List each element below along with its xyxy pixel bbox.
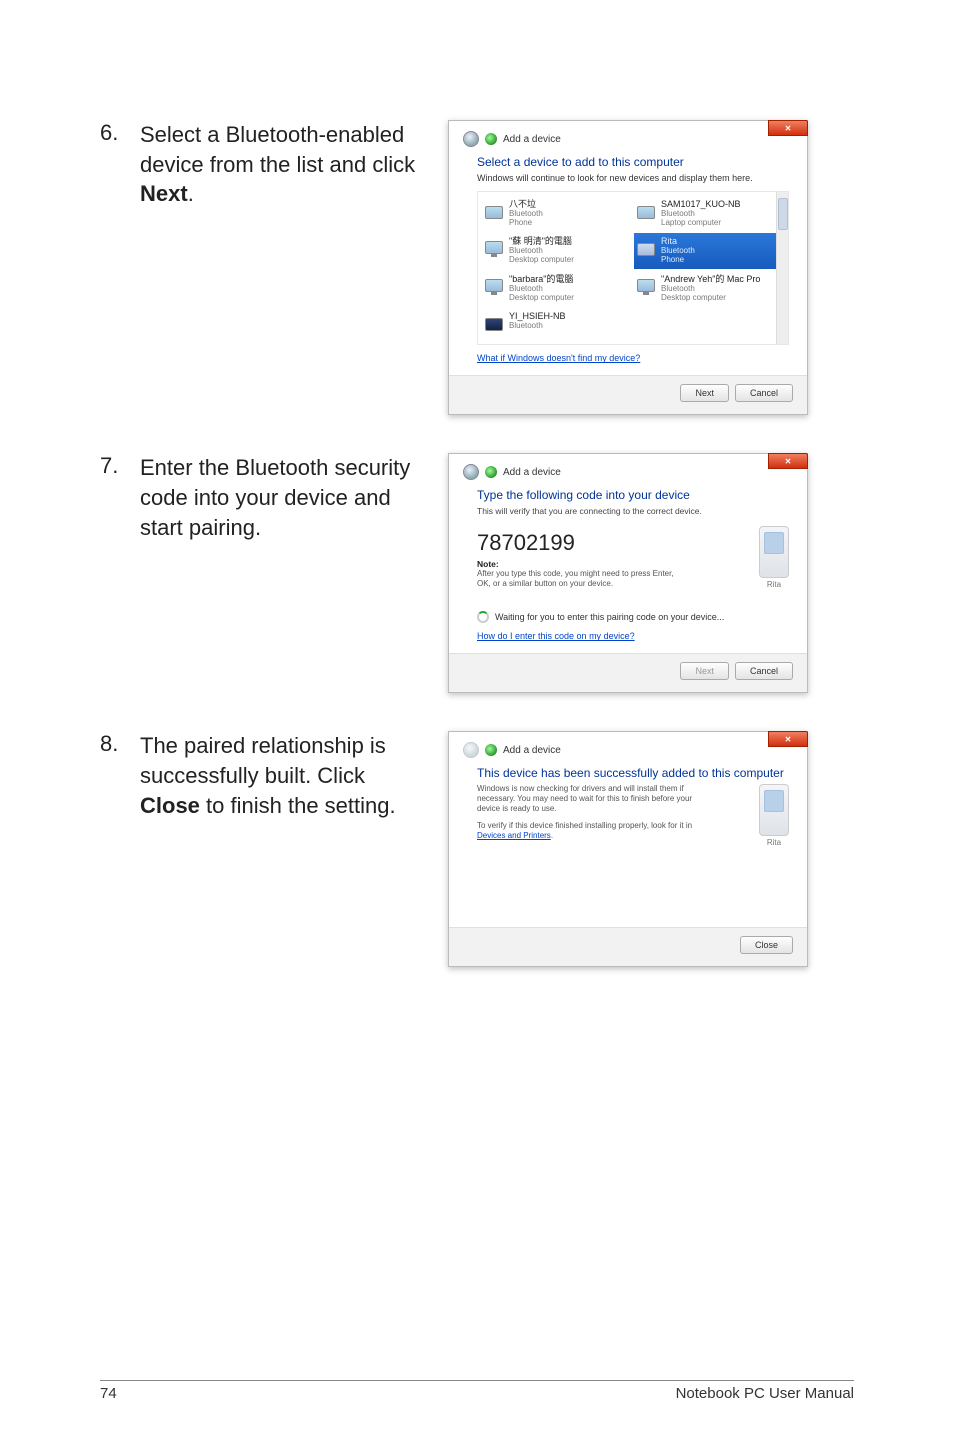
- dialog2-body: Type the following code into your device…: [449, 484, 807, 653]
- next-button[interactable]: Next: [680, 384, 729, 402]
- spinner-icon: [477, 611, 489, 623]
- dialog3-title: This device has been successfully added …: [477, 766, 789, 780]
- laptop-icon: [637, 200, 655, 224]
- dialog2-footer: Next Cancel: [449, 653, 807, 692]
- phone-icon: [759, 526, 789, 578]
- app-icon: [485, 466, 497, 478]
- step-7-text-block: 7. Enter the Bluetooth security code int…: [100, 453, 420, 693]
- step-7-screenshot: ✕ Add a device Type the following code i…: [448, 453, 808, 693]
- step-8-row: 8. The paired relationship is successful…: [100, 731, 854, 967]
- phone-icon: [759, 784, 789, 836]
- dialog3-footer: Close: [449, 927, 807, 966]
- dialog2-header: Add a device: [449, 454, 807, 484]
- dialog2-window-label: Add a device: [503, 467, 561, 478]
- dialog1-header: Add a device: [449, 121, 807, 151]
- dialog3-body2: To verify if this device finished instal…: [477, 821, 697, 840]
- dialog2-subtitle: This will verify that you are connecting…: [477, 506, 789, 516]
- dialog1-window-label: Add a device: [503, 134, 561, 145]
- desktop-icon: [637, 275, 655, 299]
- step-8-text: The paired relationship is successfully …: [140, 731, 420, 967]
- device-item[interactable]: YI_HSIEH-NBBluetooth: [482, 308, 632, 340]
- page-content: 6. Select a Bluetooth-enabled device fro…: [0, 0, 954, 967]
- help-link[interactable]: What if Windows doesn't find my device?: [477, 353, 640, 363]
- back-icon[interactable]: [463, 464, 479, 480]
- devices-printers-link[interactable]: Devices and Printers: [477, 831, 551, 841]
- device-item[interactable]: "Andrew Yeh"的 Mac ProBluetoothDesktop co…: [634, 271, 784, 306]
- dialog3-header: Add a device: [449, 732, 807, 762]
- dialog1-footer: Next Cancel: [449, 375, 807, 414]
- close-icon[interactable]: ✕: [768, 731, 808, 747]
- dialog-type-code: ✕ Add a device Type the following code i…: [448, 453, 808, 693]
- step-6-pre: Select a Bluetooth-enabled device from t…: [140, 122, 415, 177]
- close-icon[interactable]: ✕: [768, 453, 808, 469]
- phone-icon: [637, 237, 655, 261]
- footer-label: Notebook PC User Manual: [676, 1385, 854, 1402]
- device-item-selected[interactable]: RitaBluetoothPhone: [634, 233, 784, 268]
- cancel-button[interactable]: Cancel: [735, 384, 793, 402]
- device-caption: Rita: [767, 580, 781, 589]
- laptop-icon: [485, 312, 503, 336]
- device-caption: Rita: [767, 838, 781, 847]
- dialog-select-device: ✕ Add a device Select a device to add to…: [448, 120, 808, 415]
- step-7-number: 7.: [100, 453, 122, 693]
- waiting-text: Waiting for you to enter this pairing co…: [495, 612, 724, 622]
- close-button[interactable]: Close: [740, 936, 793, 954]
- step-7-row: 7. Enter the Bluetooth security code int…: [100, 453, 854, 693]
- step-6-text-block: 6. Select a Bluetooth-enabled device fro…: [100, 120, 420, 415]
- dialog3-body1: Windows is now checking for drivers and …: [477, 784, 697, 813]
- step-8-pre: The paired relationship is successfully …: [140, 733, 386, 788]
- step-8-bold: Close: [140, 793, 200, 818]
- body2-post: .: [551, 831, 553, 840]
- close-icon[interactable]: ✕: [768, 120, 808, 136]
- device-item[interactable]: "barbara"的電腦BluetoothDesktop computer: [482, 271, 632, 306]
- back-icon[interactable]: [463, 131, 479, 147]
- dialog1-title: Select a device to add to this computer: [477, 155, 789, 169]
- help-link[interactable]: How do I enter this code on my device?: [477, 631, 635, 641]
- step-8-screenshot: ✕ Add a device This device has been succ…: [448, 731, 808, 967]
- pairing-code: 78702199: [477, 530, 747, 556]
- step-6-row: 6. Select a Bluetooth-enabled device fro…: [100, 120, 854, 415]
- device-item[interactable]: "蘇 明清"的電腦BluetoothDesktop computer: [482, 233, 632, 268]
- next-button: Next: [680, 662, 729, 680]
- step-7-text: Enter the Bluetooth security code into y…: [140, 453, 420, 693]
- device-list: 八不垃BluetoothPhone SAM1017_KUO-NBBluetoot…: [477, 191, 789, 345]
- device-thumbnail: Rita: [759, 784, 789, 847]
- step-8-text-block: 8. The paired relationship is successful…: [100, 731, 420, 967]
- scroll-thumb[interactable]: [778, 198, 788, 230]
- back-icon: [463, 742, 479, 758]
- page-footer: 74 Notebook PC User Manual: [100, 1380, 854, 1402]
- step-6-number: 6.: [100, 120, 122, 415]
- device-item[interactable]: 八不垃BluetoothPhone: [482, 196, 632, 231]
- step-6-bold: Next: [140, 181, 188, 206]
- step-6-post: .: [188, 181, 194, 206]
- page-number: 74: [100, 1385, 117, 1402]
- step-8-post: to finish the setting.: [200, 793, 396, 818]
- cancel-button[interactable]: Cancel: [735, 662, 793, 680]
- dialog1-body: Select a device to add to this computer …: [449, 151, 807, 375]
- app-icon: [485, 744, 497, 756]
- note-text: After you type this code, you might need…: [477, 569, 687, 588]
- dialog2-title: Type the following code into your device: [477, 488, 789, 502]
- step-6-text: Select a Bluetooth-enabled device from t…: [140, 120, 420, 415]
- device-thumbnail: Rita: [759, 526, 789, 589]
- device-item[interactable]: SAM1017_KUO-NBBluetoothLaptop computer: [634, 196, 784, 231]
- desktop-icon: [485, 275, 503, 299]
- step-8-number: 8.: [100, 731, 122, 967]
- note-label: Note:: [477, 559, 747, 569]
- scrollbar[interactable]: [776, 192, 788, 344]
- body2-pre: To verify if this device finished instal…: [477, 821, 692, 830]
- app-icon: [485, 133, 497, 145]
- dialog-success: ✕ Add a device This device has been succ…: [448, 731, 808, 967]
- phone-icon: [485, 200, 503, 224]
- step-6-screenshot: ✕ Add a device Select a device to add to…: [448, 120, 808, 415]
- dialog3-window-label: Add a device: [503, 745, 561, 756]
- waiting-status: Waiting for you to enter this pairing co…: [477, 611, 789, 623]
- dialog1-subtitle: Windows will continue to look for new de…: [477, 173, 789, 183]
- desktop-icon: [485, 237, 503, 261]
- dialog3-body: This device has been successfully added …: [449, 762, 807, 927]
